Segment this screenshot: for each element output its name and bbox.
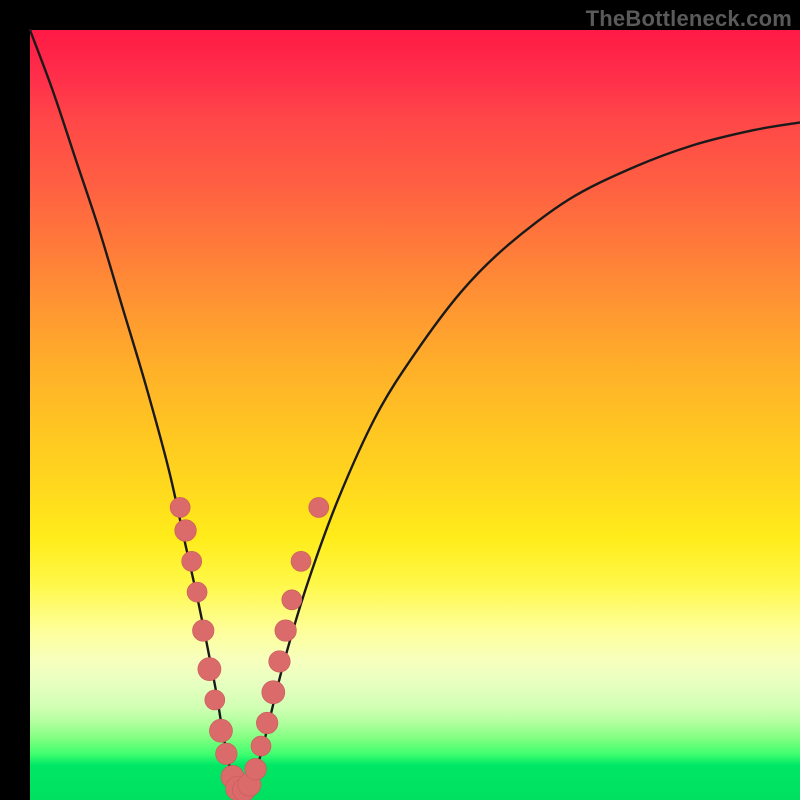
curve-marker (282, 590, 302, 610)
curve-marker (175, 520, 197, 542)
curve-marker (251, 736, 271, 756)
curve-marker (309, 497, 329, 517)
curve-marker (216, 743, 238, 765)
bottleneck-curve (30, 30, 800, 795)
curve-marker (291, 551, 311, 571)
curve-marker (192, 620, 214, 642)
curve-marker (198, 658, 221, 681)
curve-svg (30, 30, 800, 800)
curve-marker (182, 551, 202, 571)
chart-frame: TheBottleneck.com (0, 0, 800, 800)
curve-marker (256, 712, 278, 734)
curve-marker (187, 582, 207, 602)
curve-marker (269, 651, 291, 673)
curve-marker (170, 497, 190, 517)
curve-marker (205, 690, 225, 710)
curve-marker (262, 681, 285, 704)
watermark-text: TheBottleneck.com (586, 6, 792, 32)
plot-area (30, 30, 800, 800)
curve-marker (275, 620, 297, 642)
curve-markers (170, 497, 329, 800)
curve-marker (209, 719, 232, 742)
curve-marker (245, 758, 267, 780)
